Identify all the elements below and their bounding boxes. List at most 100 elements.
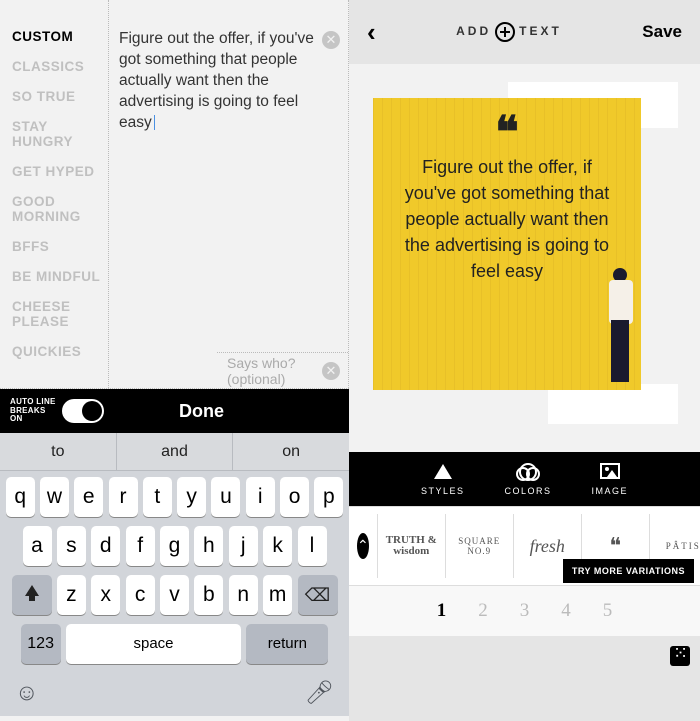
person-illustration: [597, 260, 647, 390]
key-l[interactable]: l: [298, 526, 327, 566]
styles-icon: [434, 464, 452, 479]
key-y[interactable]: y: [177, 477, 206, 517]
key-w[interactable]: w: [40, 477, 69, 517]
key-q[interactable]: q: [6, 477, 35, 517]
return-key[interactable]: return: [246, 624, 328, 664]
key-p[interactable]: p: [314, 477, 343, 517]
category-bffs[interactable]: BFFS: [12, 239, 108, 254]
keyboard-suggestions: to and on: [0, 433, 349, 471]
key-row-1: q w e r t y u i o p: [3, 477, 346, 517]
key-a[interactable]: a: [23, 526, 52, 566]
key-g[interactable]: g: [160, 526, 189, 566]
key-z[interactable]: z: [57, 575, 86, 615]
pagination: 1 2 3 4 5: [349, 586, 700, 636]
key-row-3: z x c v b n m ⌫: [3, 575, 346, 615]
preview-panel: ‹ ADDTEXT Save ❝ Figure out the offer, i…: [349, 0, 700, 721]
key-v[interactable]: v: [160, 575, 189, 615]
tab-image[interactable]: IMAGE: [592, 463, 629, 496]
image-icon: [600, 463, 620, 479]
delete-key[interactable]: ⌫: [298, 575, 338, 615]
mic-icon[interactable]: 🎤︎: [305, 679, 334, 713]
key-b[interactable]: b: [194, 575, 223, 615]
auto-line-breaks-label: AUTO LINE BREAKS ON: [0, 398, 58, 424]
done-button[interactable]: Done: [104, 401, 349, 422]
preview-header: ‹ ADDTEXT Save: [349, 0, 700, 64]
page-4[interactable]: 4: [561, 600, 571, 622]
category-list: CUSTOM CLASSICS SO TRUE STAY HUNGRY GET …: [0, 0, 108, 388]
key-h[interactable]: h: [194, 526, 223, 566]
quote-text-area[interactable]: Figure out the offer, if you've got some…: [108, 0, 349, 388]
key-j[interactable]: j: [229, 526, 258, 566]
plus-icon: [495, 22, 515, 42]
canvas-area: ❝ Figure out the offer, if you've got so…: [349, 64, 700, 452]
key-row-4: 123 space return: [3, 624, 346, 664]
back-button[interactable]: ‹: [367, 17, 376, 48]
key-x[interactable]: x: [91, 575, 120, 615]
auto-line-breaks-toggle[interactable]: [62, 399, 104, 423]
key-f[interactable]: f: [126, 526, 155, 566]
key-d[interactable]: d: [91, 526, 120, 566]
category-cheese-please[interactable]: CHEESE PLEASE: [12, 299, 108, 329]
quote-text-content[interactable]: Figure out the offer, if you've got some…: [109, 0, 348, 134]
quote-mark-icon: ❝: [401, 122, 613, 154]
keyboard-bottom-row: ☺ 🎤︎: [3, 673, 346, 713]
expand-styles-button[interactable]: ⌃: [357, 533, 369, 559]
style-item-2[interactable]: SQUARE NO.9: [445, 514, 513, 578]
category-quickies[interactable]: QUICKIES: [12, 344, 108, 359]
page-2[interactable]: 2: [478, 600, 488, 622]
shift-icon: [25, 585, 39, 596]
key-r[interactable]: r: [109, 477, 138, 517]
clear-text-button[interactable]: ✕: [322, 31, 340, 49]
clear-attribution-button[interactable]: ✕: [322, 362, 340, 380]
attribution-input[interactable]: Says who? (optional) ✕: [217, 352, 348, 388]
key-s[interactable]: s: [57, 526, 86, 566]
add-text-button[interactable]: ADDTEXT: [376, 22, 643, 42]
decoration-block-2: [548, 384, 678, 424]
category-stay-hungry[interactable]: STAY HUNGRY: [12, 119, 108, 149]
category-custom[interactable]: CUSTOM: [12, 29, 108, 44]
shift-key[interactable]: [12, 575, 52, 615]
text-editor-panel: CUSTOM CLASSICS SO TRUE STAY HUNGRY GET …: [0, 0, 349, 721]
keyboard: q w e r t y u i o p a s d f g h j k l z …: [0, 471, 349, 716]
tab-styles[interactable]: STYLES: [421, 463, 465, 496]
category-so-true[interactable]: SO TRUE: [12, 89, 108, 104]
styles-row: ⌃ TRUTH & wisdom SQUARE NO.9 fresh ❝ PÂT…: [349, 506, 700, 586]
text-cursor: [154, 115, 156, 130]
editor-toolbar: AUTO LINE BREAKS ON Done: [0, 389, 349, 433]
suggestion-3[interactable]: on: [233, 433, 349, 470]
category-get-hyped[interactable]: GET HYPED: [12, 164, 108, 179]
key-row-2: a s d f g h j k l: [3, 526, 346, 566]
page-3[interactable]: 3: [520, 600, 530, 622]
category-classics[interactable]: CLASSICS: [12, 59, 108, 74]
key-c[interactable]: c: [126, 575, 155, 615]
key-i[interactable]: i: [246, 477, 275, 517]
key-m[interactable]: m: [263, 575, 292, 615]
colors-icon: [519, 463, 537, 481]
save-button[interactable]: Save: [642, 22, 682, 42]
key-n[interactable]: n: [229, 575, 258, 615]
shuffle-dice-button[interactable]: [670, 646, 690, 666]
category-good-morning[interactable]: GOOD MORNING: [12, 194, 108, 224]
style-item-1[interactable]: TRUTH & wisdom: [377, 514, 445, 578]
key-e[interactable]: e: [74, 477, 103, 517]
tabs-bar: STYLES COLORS IMAGE: [349, 452, 700, 506]
space-key[interactable]: space: [66, 624, 241, 664]
suggestion-2[interactable]: and: [116, 433, 234, 470]
numbers-key[interactable]: 123: [21, 624, 61, 664]
editor-top: CUSTOM CLASSICS SO TRUE STAY HUNGRY GET …: [0, 0, 349, 389]
emoji-icon[interactable]: ☺: [15, 679, 38, 713]
category-be-mindful[interactable]: BE MINDFUL: [12, 269, 108, 284]
key-k[interactable]: k: [263, 526, 292, 566]
quote-card[interactable]: ❝ Figure out the offer, if you've got so…: [373, 98, 641, 390]
attribution-placeholder: Says who? (optional): [227, 355, 318, 387]
try-more-variations-button[interactable]: TRY MORE VARIATIONS: [563, 559, 694, 583]
suggestion-1[interactable]: to: [0, 433, 116, 470]
page-5[interactable]: 5: [603, 600, 613, 622]
key-u[interactable]: u: [211, 477, 240, 517]
page-1[interactable]: 1: [437, 600, 447, 622]
key-t[interactable]: t: [143, 477, 172, 517]
tab-colors[interactable]: COLORS: [504, 463, 551, 496]
quote-display-text: Figure out the offer, if you've got some…: [401, 154, 613, 284]
delete-icon: ⌫: [305, 585, 330, 605]
key-o[interactable]: o: [280, 477, 309, 517]
